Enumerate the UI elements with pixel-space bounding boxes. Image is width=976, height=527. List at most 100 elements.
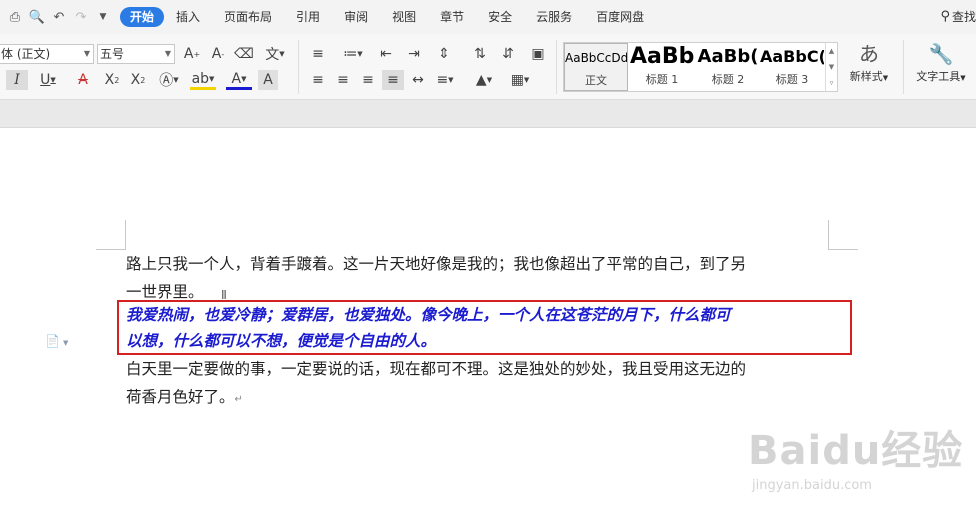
subscript-icon[interactable]: X2 bbox=[128, 70, 148, 90]
find-button[interactable]: ⚲ 查找 bbox=[940, 8, 976, 25]
paragraph-mark-icon: ↵ bbox=[234, 394, 243, 405]
watermark: Baidu经验 jingyan.baidu.com bbox=[748, 418, 968, 518]
style-preview: AaBbCcDd bbox=[565, 51, 628, 65]
distribute-icon[interactable]: ↔ bbox=[408, 70, 428, 90]
style-name: 标题 3 bbox=[775, 73, 809, 86]
style-preview: AaBb( bbox=[697, 46, 759, 67]
tab-cloud-service[interactable]: 云服务 bbox=[524, 7, 584, 27]
menu-bar: ⎙ 🔍 ↶ ↷ ▼ 开始 插入 页面布局 引用 审阅 视图 章节 安全 云服务 … bbox=[0, 0, 976, 34]
margin-corner-mark bbox=[828, 220, 858, 250]
sort-icon[interactable]: ⇅ bbox=[470, 44, 490, 64]
italic-icon[interactable]: I bbox=[6, 70, 28, 90]
increase-indent-icon[interactable]: ⇥ bbox=[404, 44, 424, 64]
print-icon[interactable]: ⎙ bbox=[4, 6, 26, 28]
tab-chapter[interactable]: 章节 bbox=[428, 7, 476, 27]
paragraph-line: 路上只我一个人，背着手踱着。这一片天地好像是我的；我也像超出了平常的自己，到了另 bbox=[126, 255, 747, 273]
justify-icon[interactable]: ≡ bbox=[382, 70, 404, 90]
paragraph-line: 白天里一定要做的事，一定要说的话，现在都可不理。这是独处的妙处，我且受用这无边的 bbox=[126, 360, 747, 378]
styles-gallery: AaBbCcDd 正文 AaBb 标题 1 AaBb( 标题 2 AaBbC( … bbox=[563, 42, 838, 92]
ruler-area bbox=[0, 100, 976, 128]
tab-references[interactable]: 引用 bbox=[284, 7, 332, 27]
style-normal[interactable]: AaBbCcDd 正文 bbox=[564, 43, 628, 91]
style-name: 标题 2 bbox=[711, 73, 745, 86]
undo-icon[interactable]: ↶ bbox=[48, 6, 70, 28]
shrink-font-icon[interactable]: A- bbox=[208, 44, 228, 64]
redo-icon[interactable]: ↷ bbox=[70, 6, 92, 28]
text-tools-label: 文字工具 bbox=[916, 70, 961, 83]
style-heading-3[interactable]: AaBbC( 标题 3 bbox=[760, 43, 824, 91]
text-direction-icon[interactable]: ⇕ bbox=[432, 44, 456, 64]
phonetic-guide-icon[interactable]: 文 ▼ bbox=[262, 44, 288, 64]
chevron-down-icon[interactable]: ▼ bbox=[826, 59, 837, 75]
selected-paragraph[interactable]: 我爱热闹，也爱冷静；爱群居，也爱独处。像今晚上，一个人在这苍茫的月下，什么都可 … bbox=[126, 302, 838, 354]
paragraph-line: 荷香月色好了。↵ bbox=[126, 383, 836, 414]
clear-format-icon[interactable]: ⌫ bbox=[234, 44, 254, 64]
font-color-icon[interactable]: A ▼ bbox=[226, 70, 252, 90]
strikethrough-icon[interactable]: A bbox=[70, 70, 96, 90]
wrench-icon: 🔧 bbox=[928, 42, 954, 66]
watermark-logo: Baidu经验 bbox=[748, 428, 964, 474]
underline-icon[interactable]: U ▼ bbox=[34, 70, 62, 90]
style-preview: AaBb bbox=[630, 44, 694, 69]
paragraph-spacing-icon[interactable]: ≡ ▼ bbox=[432, 70, 458, 90]
ribbon-separator bbox=[556, 40, 557, 94]
grow-font-icon[interactable]: A + bbox=[182, 44, 202, 64]
tab-review[interactable]: 审阅 bbox=[332, 7, 380, 27]
font-family-value: 体 (正文) bbox=[1, 47, 51, 61]
text-effect-icon[interactable]: Ⓐ ▼ bbox=[156, 70, 182, 90]
ribbon-tabs: 开始 插入 页面布局 引用 审阅 视图 章节 安全 云服务 百度网盘 bbox=[120, 7, 656, 27]
new-style-icon: あ bbox=[859, 42, 879, 66]
font-size-select[interactable]: 五号 ▼ bbox=[97, 44, 175, 64]
watermark-url: jingyan.baidu.com bbox=[752, 478, 872, 493]
style-name: 正文 bbox=[585, 74, 607, 87]
tab-home[interactable]: 开始 bbox=[120, 7, 165, 27]
tab-insert[interactable]: 插入 bbox=[164, 7, 212, 27]
style-heading-2[interactable]: AaBb( 标题 2 bbox=[696, 43, 760, 91]
chevron-up-icon[interactable]: ▲ bbox=[826, 43, 837, 59]
ribbon-separator bbox=[903, 40, 904, 94]
search-icon: ⚲ bbox=[940, 9, 950, 24]
borders-icon[interactable]: ▦ ▼ bbox=[506, 70, 534, 90]
styles-scroll[interactable]: ▲ ▼ ▿ bbox=[825, 43, 837, 91]
paragraph-1[interactable]: 路上只我一个人，背着手踱着。这一片天地好像是我的；我也像超出了平常的自己，到了另… bbox=[126, 250, 836, 306]
paragraph-line: 以想，什么都可以不想，便觉是个自由的人。 bbox=[126, 331, 437, 350]
align-left-icon[interactable]: ≡ bbox=[308, 70, 328, 90]
decrease-indent-icon[interactable]: ⇤ bbox=[376, 44, 396, 64]
char-shading-icon[interactable]: A bbox=[258, 70, 278, 90]
style-name: 标题 1 bbox=[645, 73, 679, 86]
paragraph-layout-icon[interactable]: 📄 ▼ bbox=[45, 334, 68, 348]
chevron-down-icon: ▼ bbox=[83, 49, 90, 58]
customize-dropdown-icon[interactable]: ▼ bbox=[92, 6, 114, 28]
paragraph-line: 我爱热闹，也爱冷静；爱群居，也爱独处。像今晚上，一个人在这苍茫的月下，什么都可 bbox=[126, 305, 731, 324]
more-styles-icon[interactable]: ▿ bbox=[826, 75, 837, 91]
new-style-label: 新样式 bbox=[849, 70, 883, 83]
numbered-list-icon[interactable]: ≔ ▼ bbox=[340, 44, 366, 64]
quick-access-toolbar: ⎙ 🔍 ↶ ↷ ▼ bbox=[4, 6, 114, 28]
find-label: 查找 bbox=[951, 10, 976, 24]
tab-page-layout[interactable]: 页面布局 bbox=[212, 7, 284, 27]
chevron-down-icon: ▼ bbox=[164, 49, 171, 58]
ribbon-separator bbox=[298, 40, 299, 94]
align-right-icon[interactable]: ≡ bbox=[358, 70, 378, 90]
tab-baidu-netdisk[interactable]: 百度网盘 bbox=[584, 7, 656, 27]
new-style-button[interactable]: あ 新样式▼ bbox=[843, 40, 895, 84]
margin-corner-mark bbox=[96, 220, 126, 250]
text-tools-button[interactable]: 🔧 文字工具▼ bbox=[910, 40, 972, 84]
paragraph-line-text: 荷香月色好了。 bbox=[126, 388, 235, 406]
highlight-color-icon[interactable]: ab ▼ bbox=[190, 70, 216, 90]
ribbon-home: 体 (正文) ▼ 五号 ▼ A + A- ⌫ 文 ▼ ≡ ≔ ▼ ⇤ ⇥ ⇕ ⇅ ⇵ … bbox=[0, 34, 976, 100]
paragraph-3[interactable]: 白天里一定要做的事，一定要说的话，现在都可不理。这是独处的妙处，我且受用这无边的… bbox=[126, 355, 836, 414]
tab-security[interactable]: 安全 bbox=[476, 7, 524, 27]
font-size-value: 五号 bbox=[100, 47, 125, 61]
font-family-select[interactable]: 体 (正文) ▼ bbox=[0, 44, 94, 64]
shading-icon[interactable]: ▲ ▼ bbox=[470, 70, 498, 90]
print-preview-icon[interactable]: 🔍 bbox=[26, 6, 48, 28]
show-marks-icon[interactable]: ▣ bbox=[528, 44, 548, 64]
line-spacing-icon[interactable]: ⇵ bbox=[498, 44, 518, 64]
style-preview: AaBbC( bbox=[760, 47, 824, 66]
style-heading-1[interactable]: AaBb 标题 1 bbox=[630, 43, 694, 91]
tab-view[interactable]: 视图 bbox=[380, 7, 428, 27]
align-center-icon[interactable]: ≡ bbox=[333, 70, 353, 90]
bullet-list-icon[interactable]: ≡ bbox=[308, 44, 328, 64]
superscript-icon[interactable]: X2 bbox=[102, 70, 122, 90]
